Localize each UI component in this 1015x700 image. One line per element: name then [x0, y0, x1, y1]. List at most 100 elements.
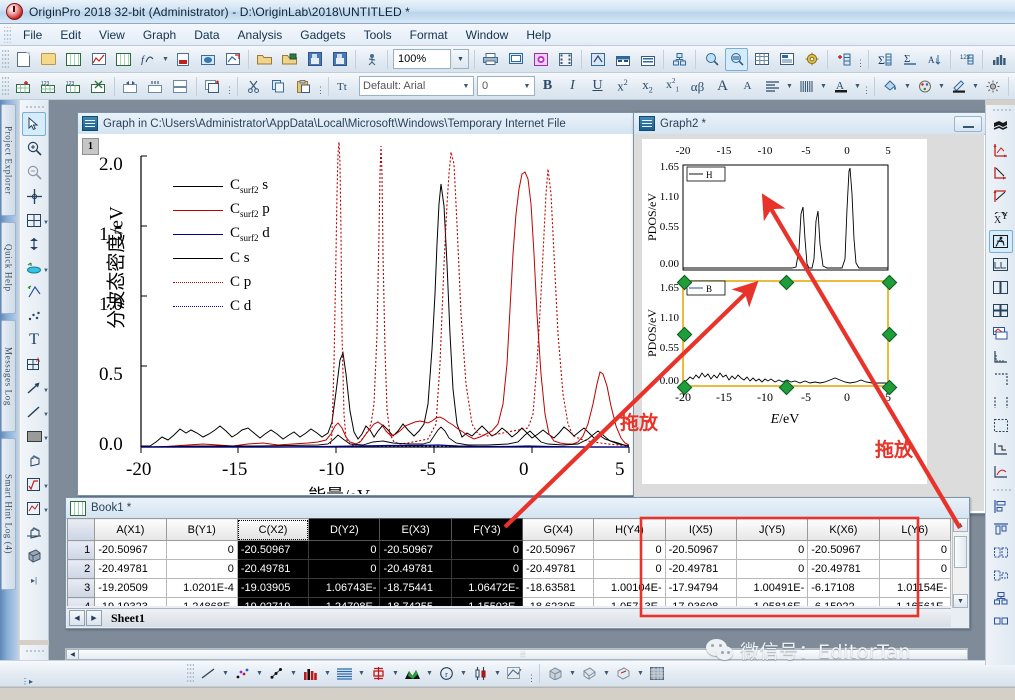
line-color-dropdown-icon[interactable]: ▼: [971, 76, 980, 97]
column-chart-icon[interactable]: [987, 48, 1010, 71]
cut-icon[interactable]: [242, 75, 265, 98]
table-cell[interactable]: -20.50967: [523, 541, 594, 560]
3d-bar-icon[interactable]: [544, 662, 567, 685]
flag-icon[interactable]: [989, 115, 1013, 138]
transpose-icon[interactable]: [119, 75, 142, 98]
run-script-icon[interactable]: [360, 48, 383, 71]
table-cell[interactable]: -20.50967: [95, 541, 166, 560]
table-cell[interactable]: 0: [736, 560, 807, 579]
import-single-ascii-icon[interactable]: [611, 48, 634, 71]
table-cell[interactable]: 1.05816E-: [736, 598, 807, 607]
palette-grip-icon[interactable]: [991, 107, 1011, 113]
open-excel-icon[interactable]: [278, 48, 301, 71]
chevron-down-icon[interactable]: ▼: [459, 78, 473, 94]
legend-entry[interactable]: C d: [173, 294, 303, 318]
table-cell[interactable]: -20.50967: [380, 541, 451, 560]
new-folder-icon[interactable]: [37, 48, 60, 71]
bold-icon[interactable]: B: [536, 75, 559, 98]
new-graph-icon[interactable]: [87, 48, 110, 71]
table-cell[interactable]: -20.50967: [665, 541, 736, 560]
menu-item-gadgets[interactable]: Gadgets: [291, 26, 354, 44]
column-header-a[interactable]: A(X1): [95, 519, 166, 541]
line-plot-icon[interactable]: [197, 662, 220, 685]
3d-wall-icon[interactable]: [612, 662, 635, 685]
table-cell[interactable]: 1.00104E-: [594, 579, 665, 598]
new-project-icon[interactable]: [12, 48, 35, 71]
scatter-plot-icon[interactable]: [231, 662, 254, 685]
row-header[interactable]: 2: [68, 560, 95, 579]
layer-corner-icon[interactable]: [989, 391, 1013, 414]
equation-tool-icon[interactable]: ▼: [22, 472, 46, 496]
align-dropdown-icon[interactable]: ▼: [785, 76, 794, 97]
table-cell[interactable]: -18.62395: [523, 598, 594, 607]
table-cell[interactable]: 1.06743E-: [309, 579, 380, 598]
align-v-icon[interactable]: [989, 564, 1013, 587]
line-color-icon[interactable]: [947, 75, 970, 98]
rescale-icon[interactable]: [989, 138, 1013, 161]
worksheet-grid[interactable]: A(X1) B(Y1) C(X2) D(Y2) E(X3) F(Y3) G(X4…: [67, 518, 951, 606]
3d-scatter-dropdown-icon[interactable]: ▼: [602, 663, 611, 684]
font-family-select[interactable]: Default: Arial ▼: [359, 76, 474, 96]
text-tool-icon[interactable]: T: [22, 328, 46, 352]
3d-scatter-icon[interactable]: [578, 662, 601, 685]
data-reader-icon[interactable]: [22, 184, 46, 208]
table-cell[interactable]: 0: [451, 541, 522, 560]
legend-entry[interactable]: Csurf2 s: [173, 174, 303, 198]
sidebar-item-quick-help[interactable]: Quick Help: [1, 222, 16, 314]
open-icon[interactable]: [253, 48, 276, 71]
data-highlighter-icon[interactable]: ▼: [22, 256, 46, 280]
sheet-next-button[interactable]: ▶: [86, 610, 102, 626]
panel-2-icon[interactable]: [989, 276, 1013, 299]
graph2-window[interactable]: Graph2 * 1 2 -20 -15 -10 -5 0 5 1.65: [633, 112, 987, 514]
align-left-icon[interactable]: [989, 495, 1013, 518]
book1-window[interactable]: Book1 * A(X1) B(Y1) C(X2) D(Y2) E(X3) F(…: [65, 497, 970, 629]
table-cell[interactable]: 1.01154E-: [879, 579, 950, 598]
layer-top-icon[interactable]: [989, 368, 1013, 391]
table-cell[interactable]: 0: [879, 560, 950, 579]
graph1-window[interactable]: Graph in C:\Users\Administrator\AppData\…: [77, 112, 639, 496]
stack-columns-icon[interactable]: [144, 75, 167, 98]
italic-icon[interactable]: I: [561, 75, 584, 98]
column-header-l[interactable]: L(Y6): [879, 519, 950, 541]
axis-up-icon[interactable]: [989, 184, 1013, 207]
table-cell[interactable]: 0: [879, 541, 950, 560]
table-cell[interactable]: -19.19323: [95, 598, 166, 607]
reorganize-icon[interactable]: [668, 48, 691, 71]
table-cell[interactable]: -20.49781: [95, 560, 166, 579]
toolbar-overflow-icon[interactable]: ⋮: [316, 75, 325, 97]
zoom-dropdown-icon[interactable]: ▼: [453, 49, 469, 69]
toolbar-overflow-icon[interactable]: ⋮: [225, 75, 234, 97]
table-cell[interactable]: -20.50967: [237, 541, 308, 560]
table-row[interactable]: 2-20.497810-20.497810-20.497810-20.49781…: [68, 560, 951, 579]
save-project-icon[interactable]: [303, 48, 326, 71]
scatter-select-icon[interactable]: [22, 304, 46, 328]
palette-expand-icon[interactable]: ▸|: [22, 568, 46, 592]
step-icon[interactable]: [989, 437, 1013, 460]
align-icon[interactable]: [761, 75, 784, 98]
fill-color-dropdown-icon[interactable]: ▼: [903, 76, 912, 97]
sum-icon[interactable]: Σ: [873, 48, 896, 71]
table-cell[interactable]: -20.49781: [523, 560, 594, 579]
table-cell[interactable]: 1.16561E-: [879, 598, 950, 607]
table-cell[interactable]: -20.49781: [380, 560, 451, 579]
3d-wall-dropdown-icon[interactable]: ▼: [636, 663, 645, 684]
table-cell[interactable]: 0: [594, 560, 665, 579]
append-project-icon[interactable]: [221, 48, 244, 71]
menu-item-analysis[interactable]: Analysis: [229, 26, 292, 44]
axis-down-icon[interactable]: [989, 161, 1013, 184]
table-cell[interactable]: -19.20509: [95, 579, 166, 598]
scatter-plot-dropdown-icon[interactable]: ▼: [255, 663, 264, 684]
speed-mode-icon[interactable]: [989, 230, 1013, 253]
fill-area-icon[interactable]: [401, 662, 424, 685]
worksheet-vscrollbar[interactable]: ▲ ▼: [952, 518, 968, 608]
table-cell[interactable]: 1.00491E-: [736, 579, 807, 598]
layer-bottom-icon[interactable]: [989, 345, 1013, 368]
align-h-icon[interactable]: [989, 541, 1013, 564]
menu-item-help[interactable]: Help: [517, 26, 560, 44]
table-cell[interactable]: 0: [309, 541, 380, 560]
line-symbol-icon[interactable]: [265, 662, 288, 685]
table-cell[interactable]: -20.50967: [808, 541, 879, 560]
sort-icon[interactable]: A↓: [923, 48, 946, 71]
table-cell[interactable]: -20.49781: [237, 560, 308, 579]
area-plot-dropdown-icon[interactable]: ▼: [357, 663, 366, 684]
